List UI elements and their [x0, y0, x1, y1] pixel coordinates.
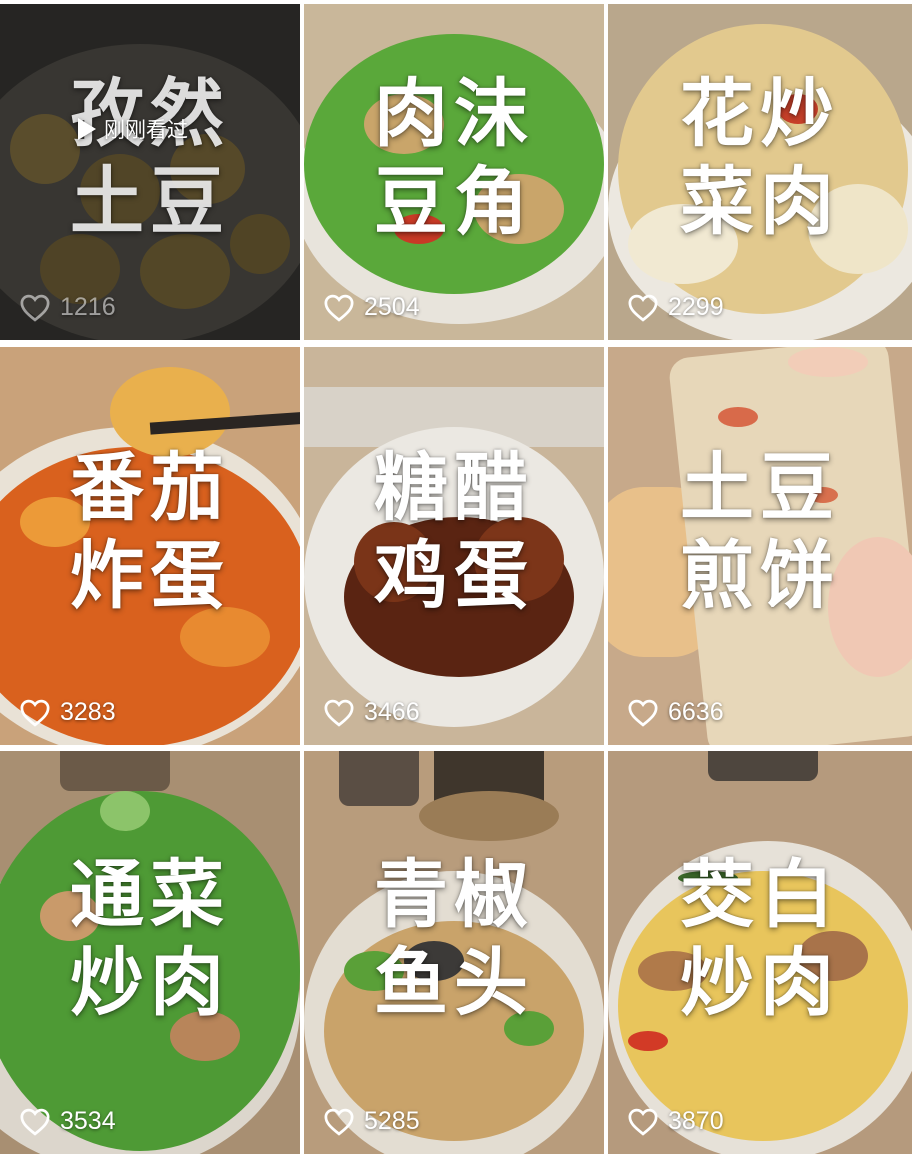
video-tile-7[interactable]: 通菜 炒肉 3534 [0, 751, 300, 1154]
video-tile-1[interactable]: 孜然 土豆 刚刚看过 1216 [0, 4, 300, 340]
video-title: 糖醋 鸡蛋 [374, 444, 534, 619]
video-title: 土豆 煎饼 [680, 444, 840, 619]
video-tile-8[interactable]: 青椒 鱼头 5285 [304, 751, 604, 1154]
like-count[interactable]: 2504 [324, 293, 420, 322]
video-title: 肉沫 豆角 [374, 70, 534, 245]
heart-outline-icon [628, 294, 658, 322]
like-count[interactable]: 2299 [628, 293, 724, 322]
recently-viewed-badge: 刚刚看过 [78, 114, 188, 144]
video-title: 花炒 菜肉 [680, 70, 840, 245]
video-grid: 孜然 土豆 刚刚看过 1216 肉沫 豆角 2504 花炒 菜肉 2299 番茄… [0, 0, 920, 1154]
like-count[interactable]: 6636 [628, 698, 724, 727]
heart-outline-icon [628, 699, 658, 727]
video-tile-6[interactable]: 土豆 煎饼 6636 [608, 347, 912, 745]
like-count[interactable]: 3283 [20, 698, 116, 727]
heart-outline-icon [20, 699, 50, 727]
heart-outline-icon [628, 1108, 658, 1136]
video-title: 茭白 炒肉 [680, 851, 840, 1026]
video-tile-4[interactable]: 番茄 炸蛋 3283 [0, 347, 300, 745]
heart-outline-icon [324, 294, 354, 322]
video-title: 通菜 炒肉 [70, 851, 230, 1026]
video-title: 青椒 鱼头 [374, 851, 534, 1026]
video-title: 番茄 炸蛋 [70, 444, 230, 619]
video-tile-3[interactable]: 花炒 菜肉 2299 [608, 4, 912, 340]
like-count[interactable]: 3534 [20, 1107, 116, 1136]
like-count[interactable]: 1216 [20, 293, 116, 322]
like-count[interactable]: 3870 [628, 1107, 724, 1136]
heart-outline-icon [324, 699, 354, 727]
video-tile-2[interactable]: 肉沫 豆角 2504 [304, 4, 604, 340]
video-tile-5[interactable]: 糖醋 鸡蛋 3466 [304, 347, 604, 745]
heart-outline-icon [20, 1108, 50, 1136]
heart-outline-icon [324, 1108, 354, 1136]
heart-outline-icon [20, 294, 50, 322]
play-icon [78, 118, 96, 140]
like-count[interactable]: 3466 [324, 698, 420, 727]
like-count[interactable]: 5285 [324, 1107, 420, 1136]
video-tile-9[interactable]: 茭白 炒肉 3870 [608, 751, 912, 1154]
video-title: 孜然 土豆 [70, 70, 230, 245]
